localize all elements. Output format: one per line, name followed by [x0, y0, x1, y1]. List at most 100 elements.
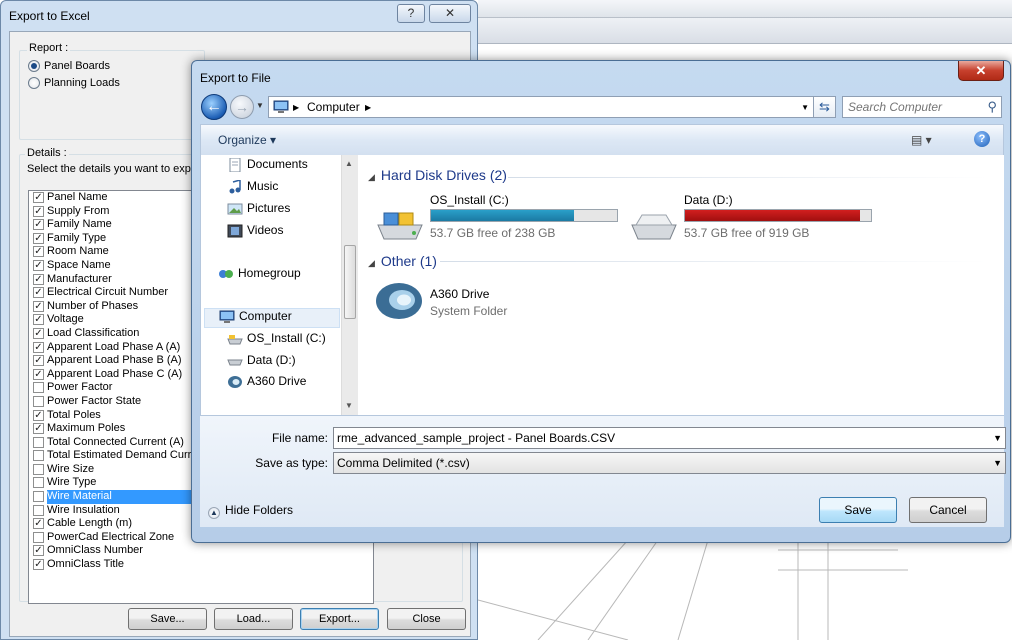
scroll-up-icon[interactable]: ▲ — [345, 159, 353, 168]
collapse-chevron-icon[interactable]: ◢ — [368, 172, 375, 182]
details-checkbox[interactable] — [33, 450, 44, 462]
nav-item-music[interactable]: Music — [227, 179, 278, 199]
radio-label-panel-boards[interactable]: Panel Boards — [44, 60, 110, 72]
file-name-field[interactable]: rme_advanced_sample_project - Panel Boar… — [333, 427, 1006, 449]
details-checkbox[interactable]: ✓ — [33, 287, 44, 299]
details-checkbox[interactable]: ✓ — [33, 205, 44, 217]
details-checkbox[interactable]: ✓ — [33, 545, 44, 557]
scrollbar-thumb[interactable] — [344, 245, 356, 319]
close-button[interactable]: ✕ — [429, 4, 471, 23]
details-checkbox[interactable]: ✓ — [33, 192, 44, 203]
nav-item-data-drive[interactable]: Data (D:) — [227, 353, 296, 373]
forward-arrow-icon[interactable]: → — [230, 95, 254, 119]
radio-planning-loads[interactable] — [28, 77, 40, 89]
details-checkbox[interactable]: ✓ — [33, 518, 44, 530]
details-item-label[interactable]: Power Factor State — [47, 395, 141, 409]
details-checkbox[interactable]: ✓ — [33, 300, 44, 312]
details-checkbox[interactable]: ✓ — [33, 273, 44, 285]
save-button[interactable]: Save — [819, 497, 897, 523]
back-arrow-icon[interactable]: ← — [201, 94, 227, 120]
breadcrumb-computer[interactable]: Computer — [307, 100, 360, 114]
details-item-label[interactable]: Maximum Poles — [47, 422, 125, 436]
details-checkbox[interactable]: ✓ — [33, 341, 44, 353]
details-item-label[interactable]: OmniClass Number — [47, 544, 143, 558]
details-item-label[interactable]: PowerCad Electrical Zone — [47, 531, 174, 545]
address-dropdown-icon[interactable]: ▼ — [801, 103, 809, 112]
drive-name-os-install[interactable]: OS_Install (C:) — [430, 193, 509, 207]
chevron-up-icon[interactable]: ▲ — [208, 507, 220, 519]
details-checkbox[interactable]: ✓ — [33, 314, 44, 326]
export-button[interactable]: Export... — [300, 608, 379, 630]
details-checkbox[interactable] — [33, 436, 44, 448]
hide-folders-label[interactable]: Hide Folders — [225, 503, 293, 517]
details-checkbox[interactable] — [33, 531, 44, 543]
drive-name-data[interactable]: Data (D:) — [684, 193, 733, 207]
details-item-label[interactable]: Electrical Circuit Number — [47, 286, 168, 300]
details-item-label[interactable]: Space Name — [47, 259, 111, 273]
close-dialog-button[interactable]: Close — [387, 608, 466, 630]
details-checkbox[interactable]: ✓ — [33, 232, 44, 244]
details-item-label[interactable]: OmniClass Title — [47, 558, 124, 572]
details-checkbox[interactable] — [33, 395, 44, 407]
details-checkbox[interactable] — [33, 491, 44, 503]
help-icon[interactable]: ? — [974, 131, 990, 147]
details-item-label[interactable]: Total Estimated Demand Curren — [47, 449, 204, 463]
collapse-chevron-icon[interactable]: ◢ — [368, 258, 375, 268]
details-item-label[interactable]: Power Factor — [47, 381, 112, 395]
details-checkbox[interactable]: ✓ — [33, 423, 44, 435]
details-item-label[interactable]: Wire Size — [47, 463, 94, 477]
nav-item-homegroup[interactable]: Homegroup — [218, 266, 301, 286]
save-settings-button[interactable]: Save... — [128, 608, 207, 630]
file-name-value[interactable]: rme_advanced_sample_project - Panel Boar… — [337, 431, 615, 445]
radio-panel-boards[interactable] — [28, 60, 40, 72]
details-item-label[interactable]: Room Name — [47, 245, 109, 259]
close-button[interactable]: ✕ — [958, 61, 1004, 81]
nav-item-documents[interactable]: Documents — [227, 157, 308, 177]
search-input[interactable] — [848, 97, 978, 117]
nav-item-computer[interactable]: Computer — [204, 308, 340, 328]
details-item-label[interactable]: Apparent Load Phase B (A) — [47, 354, 182, 368]
details-checkbox[interactable] — [33, 477, 44, 489]
load-settings-button[interactable]: Load... — [214, 608, 293, 630]
a360-drive-name[interactable]: A360 Drive — [430, 287, 489, 301]
chevron-down-icon[interactable]: ▼ — [993, 453, 1002, 473]
refresh-icon[interactable]: ⇆ — [814, 96, 836, 118]
hide-folders-toggle[interactable]: ▲ Hide Folders — [208, 503, 293, 519]
nav-item-pictures[interactable]: Pictures — [227, 201, 290, 221]
nav-item-os-install[interactable]: OS_Install (C:) — [227, 331, 326, 351]
navigation-scrollbar[interactable]: ▲ ▼ — [341, 155, 358, 415]
save-as-type-value[interactable]: Comma Delimited (*.csv) — [337, 456, 470, 470]
details-checkbox[interactable] — [33, 504, 44, 516]
save-as-type-select[interactable]: Comma Delimited (*.csv) ▼ — [333, 452, 1006, 474]
details-item-label[interactable]: Number of Phases — [47, 300, 138, 314]
help-button[interactable]: ? — [397, 4, 425, 23]
scroll-down-icon[interactable]: ▼ — [345, 401, 353, 410]
details-checkbox[interactable]: ✓ — [33, 409, 44, 421]
nav-item-a360-drive[interactable]: A360 Drive — [227, 374, 306, 394]
details-item-label[interactable]: Total Connected Current (A) — [47, 436, 184, 450]
recent-pages-chevron-icon[interactable]: ▼ — [256, 101, 264, 110]
details-checkbox[interactable] — [33, 463, 44, 475]
details-list-item[interactable]: ✓ OmniClass Title — [29, 558, 373, 572]
section-header-hard-disks[interactable]: ◢ Hard Disk Drives (2) — [368, 167, 507, 183]
details-item-label[interactable]: Load Classification — [47, 327, 139, 341]
details-checkbox[interactable] — [33, 382, 44, 394]
details-checkbox[interactable]: ✓ — [33, 559, 44, 571]
details-checkbox[interactable]: ✓ — [33, 368, 44, 380]
details-item-label[interactable]: Apparent Load Phase C (A) — [47, 368, 182, 382]
address-bar[interactable]: ▶ Computer ▶ ▼ — [268, 96, 814, 118]
cancel-button[interactable]: Cancel — [909, 497, 987, 523]
details-item-label[interactable]: Family Type — [47, 232, 106, 246]
details-item-label[interactable]: Apparent Load Phase A (A) — [47, 341, 180, 355]
nav-item-videos[interactable]: Videos — [227, 223, 283, 243]
radio-label-planning-loads[interactable]: Planning Loads — [44, 77, 120, 89]
details-list-item[interactable]: ✓ OmniClass Number — [29, 544, 373, 558]
details-checkbox[interactable]: ✓ — [33, 219, 44, 231]
details-item-label[interactable]: Voltage — [47, 313, 84, 327]
view-options-icon[interactable]: ▤ ▾ — [911, 133, 932, 147]
details-checkbox[interactable]: ✓ — [33, 355, 44, 367]
details-item-label[interactable]: Total Poles — [47, 409, 101, 423]
details-item-label[interactable]: Wire Type — [47, 476, 96, 490]
chevron-down-icon[interactable]: ▼ — [993, 428, 1002, 448]
details-checkbox[interactable]: ✓ — [33, 246, 44, 258]
